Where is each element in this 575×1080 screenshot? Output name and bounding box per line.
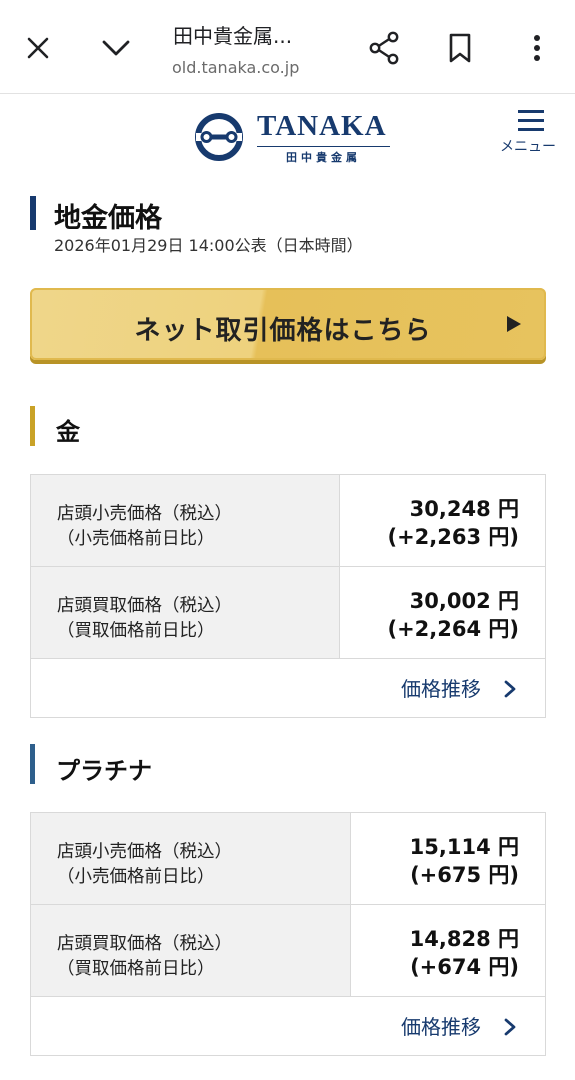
url-text[interactable]: old.tanaka.co.jp [172, 58, 299, 77]
close-icon[interactable] [18, 28, 58, 68]
platinum-buyback-price: 14,828 円 [409, 927, 519, 951]
menu-label: メニュー [500, 139, 556, 155]
platinum-price-trend-link[interactable]: 価格推移 [31, 997, 545, 1055]
bookmark-icon[interactable] [440, 26, 480, 70]
gold-section-title: 金 [56, 418, 80, 446]
buyback-price-label: 店頭買取価格（税込） [57, 934, 232, 954]
gold-accent-bar [30, 406, 35, 446]
buyback-price-label: 店頭買取価格（税込） [57, 596, 232, 616]
retail-price-label: 店頭小売価格（税込） [57, 504, 232, 524]
platinum-retail-change: (+675 円) [410, 863, 519, 887]
page-tab-title[interactable]: 田中貴金属... [173, 20, 292, 49]
platinum-price-table: 店頭小売価格（税込） （小売価格前日比） 15,114 円 (+675 円) 店… [30, 812, 546, 1056]
price-value-cell: 15,114 円 (+675 円) [410, 833, 519, 889]
buyback-change-label: （買取価格前日比） [57, 621, 215, 641]
price-value-cell: 30,248 円 (+2,263 円) [387, 495, 519, 551]
platinum-buyback-change: (+674 円) [410, 955, 519, 979]
price-label-cell: 店頭小売価格（税込） （小売価格前日比） [31, 813, 351, 904]
price-value-cell: 30,002 円 (+2,264 円) [387, 587, 519, 643]
brand-divider [257, 146, 390, 147]
title-accent-bar [30, 196, 36, 230]
gold-buyback-price: 30,002 円 [409, 589, 519, 613]
more-vert-icon[interactable] [520, 26, 554, 70]
price-trend-label: 価格推移 [401, 1015, 481, 1039]
tanaka-logo[interactable]: TANAKA 田中貴金属 [194, 108, 394, 168]
share-icon[interactable] [362, 26, 406, 70]
retail-price-label: 店頭小売価格（税込） [57, 842, 232, 862]
gold-price-trend-link[interactable]: 価格推移 [31, 659, 545, 717]
retail-change-label: （小売価格前日比） [57, 867, 215, 887]
gold-buyback-change: (+2,264 円) [387, 617, 519, 641]
brand-subtitle: 田中貴金属 [286, 151, 361, 164]
platinum-retail-price: 15,114 円 [409, 835, 519, 859]
brand-name: TANAKA [257, 110, 387, 142]
page-title: 地金価格 [54, 203, 162, 234]
table-row: 店頭買取価格（税込） （買取価格前日比） 30,002 円 (+2,264 円) [31, 567, 545, 659]
chevron-right-icon [504, 1018, 516, 1036]
chevron-down-icon[interactable] [96, 28, 136, 68]
price-label-cell: 店頭買取価格（税込） （買取価格前日比） [31, 905, 351, 996]
table-row: 店頭小売価格（税込） （小売価格前日比） 30,248 円 (+2,263 円) [31, 475, 545, 567]
price-value-cell: 14,828 円 (+674 円) [410, 925, 519, 981]
table-row: 店頭小売価格（税込） （小売価格前日比） 15,114 円 (+675 円) [31, 813, 545, 905]
chevron-right-icon [504, 680, 516, 698]
tanaka-logo-icon [195, 113, 243, 161]
play-arrow-icon [507, 316, 521, 332]
net-trading-price-label: ネット取引価格はこちら [134, 316, 432, 346]
price-label-cell: 店頭小売価格（税込） （小売価格前日比） [31, 475, 340, 566]
table-row: 店頭買取価格（税込） （買取価格前日比） 14,828 円 (+674 円) [31, 905, 545, 997]
published-date: 2026年01月29日 14:00公表（日本時間） [54, 236, 363, 255]
gold-retail-price: 30,248 円 [409, 497, 519, 521]
hamburger-icon [518, 110, 544, 132]
platinum-section-title: プラチナ [56, 757, 152, 785]
price-trend-label: 価格推移 [401, 677, 481, 701]
platinum-accent-bar [30, 744, 35, 784]
net-trading-price-button[interactable]: ネット取引価格はこちら [30, 288, 546, 360]
retail-change-label: （小売価格前日比） [57, 529, 215, 549]
gold-price-table: 店頭小売価格（税込） （小売価格前日比） 30,248 円 (+2,263 円)… [30, 474, 546, 718]
buyback-change-label: （買取価格前日比） [57, 959, 215, 979]
gold-retail-change: (+2,263 円) [387, 525, 519, 549]
menu-button[interactable]: メニュー [500, 108, 566, 158]
browser-toolbar: 田中貴金属... old.tanaka.co.jp [0, 0, 575, 94]
price-label-cell: 店頭買取価格（税込） （買取価格前日比） [31, 567, 340, 658]
